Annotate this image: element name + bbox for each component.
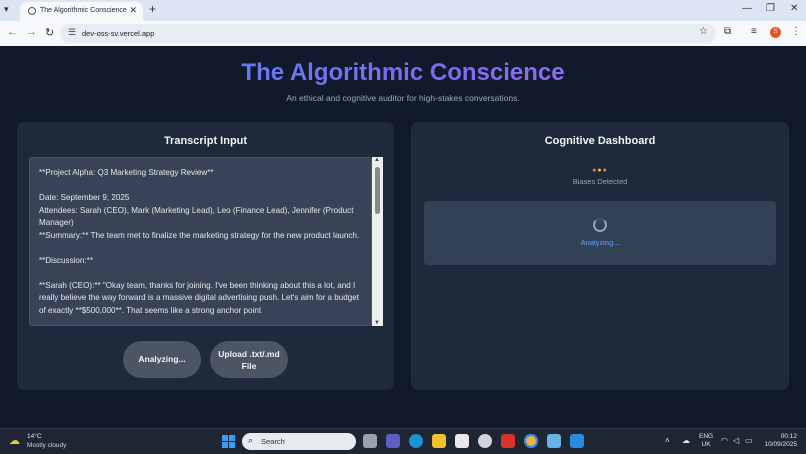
weather-temp: 14°C [27,433,42,440]
browser-tab[interactable]: The Algorithmic Conscience ✕ [20,2,143,21]
scroll-up-icon[interactable]: ▲ [374,157,380,163]
loading-dots: ●●● [411,167,789,174]
lang-line1: ENG [699,433,714,440]
clock-time: 00:12 [780,433,797,440]
dashboard-panel: Cognitive Dashboard ●●● Biases Detected … [411,122,789,390]
teams-icon[interactable] [386,434,400,448]
bookmark-star-icon[interactable]: ☆ [699,26,708,37]
onedrive-icon[interactable]: ☁ [682,436,690,445]
site-info-icon[interactable]: ☰ [68,27,76,38]
analysis-status-box: Analyzing... [424,201,776,265]
notepad-icon[interactable] [547,434,561,448]
scroll-thumb[interactable] [375,167,380,214]
taskbar-search-placeholder: Search [261,437,285,446]
minimize-icon[interactable]: — [742,3,752,14]
transcript-text[interactable]: **Project Alpha: Q3 Marketing Strategy R… [39,167,364,317]
show-hidden-icons-icon[interactable]: ˄ [665,436,670,445]
media-controls-icon[interactable]: ≡ [751,26,757,37]
loading-spinner-icon [593,218,607,232]
dashboard-heading: Cognitive Dashboard [544,135,656,147]
wifi-icon[interactable]: ◠ [721,436,728,445]
cloud-sun-icon: ☁ [9,435,20,447]
back-icon[interactable]: ← [7,26,18,38]
taskbar-search[interactable]: ⌕ Search [242,433,356,450]
tab-title: The Algorithmic Conscience [40,7,127,14]
page-title: The Algorithmic Conscience [0,59,806,87]
tab-close-icon[interactable]: ✕ [129,5,137,16]
task-view-icon[interactable] [363,434,377,448]
analysis-status-text: Analyzing... [580,238,620,247]
new-tab-button[interactable]: + [149,2,156,16]
transcript-heading: Transcript Input [163,135,248,147]
weather-desc: Mostly cloudy [27,442,67,449]
upload-file-button[interactable]: Upload .txt/.md File [210,341,288,378]
start-button[interactable] [222,435,235,448]
tab-search-icon[interactable]: ▾ [4,4,9,15]
language-indicator[interactable]: ENG UK [699,433,713,449]
chrome-icon[interactable] [524,434,538,448]
url-text[interactable]: dev-oss-sv.vercel.app [82,29,154,38]
store-icon[interactable] [455,434,469,448]
edge-icon[interactable] [409,434,423,448]
lang-line2: UK [701,441,711,448]
github-icon[interactable] [478,434,492,448]
menu-icon[interactable]: ⋮ [791,26,801,37]
browser-titlebar: ▾ The Algorithmic Conscience ✕ + — ❐ ✕ [0,0,806,21]
upload-label-line1: Upload .txt/.md [218,349,280,359]
transcript-scrollbar[interactable]: ▲ ▼ [372,157,383,326]
extensions-icon[interactable]: ⧉ [724,26,731,37]
volume-icon[interactable]: ◁ [733,436,739,445]
file-explorer-icon[interactable] [432,434,446,448]
app-page: The Algorithmic Conscience An ethical an… [0,46,806,428]
wps-icon[interactable] [501,434,515,448]
globe-icon [28,7,36,15]
forward-icon[interactable]: → [26,26,37,38]
analyze-button[interactable]: Analyzing... [123,341,201,378]
taskbar: ☁ 14°C Mostly cloudy ⌕ Search ˄ ☁ ENG UK… [0,428,806,454]
vscode-icon[interactable] [570,434,584,448]
browser-toolbar: ← → ↻ ☰ dev-oss-sv.vercel.app ☆ ⧉ ≡ S ⋮ [0,21,806,47]
clock[interactable]: 00:12 10/09/2025 [761,433,797,449]
address-bar[interactable]: ☰ dev-oss-sv.vercel.app ☆ [60,24,716,43]
search-icon: ⌕ [248,435,254,445]
upload-label-line2: File [241,361,257,371]
battery-icon[interactable]: ▭ [745,436,753,445]
transcript-textarea[interactable]: **Project Alpha: Q3 Marketing Strategy R… [29,157,372,326]
scroll-down-icon[interactable]: ▼ [374,320,380,326]
window-close-icon[interactable]: ✕ [790,3,798,14]
transcript-panel: Transcript Input **Project Alpha: Q3 Mar… [17,122,394,390]
profile-avatar[interactable]: S [770,27,781,38]
biases-detected-label: Biases Detected [572,177,628,186]
clock-date: 10/09/2025 [764,441,797,448]
page-subtitle: An ethical and cognitive auditor for hig… [286,93,520,103]
reload-icon[interactable]: ↻ [45,26,54,39]
restore-icon[interactable]: ❐ [766,3,775,14]
loading-dot: ● [602,167,608,174]
